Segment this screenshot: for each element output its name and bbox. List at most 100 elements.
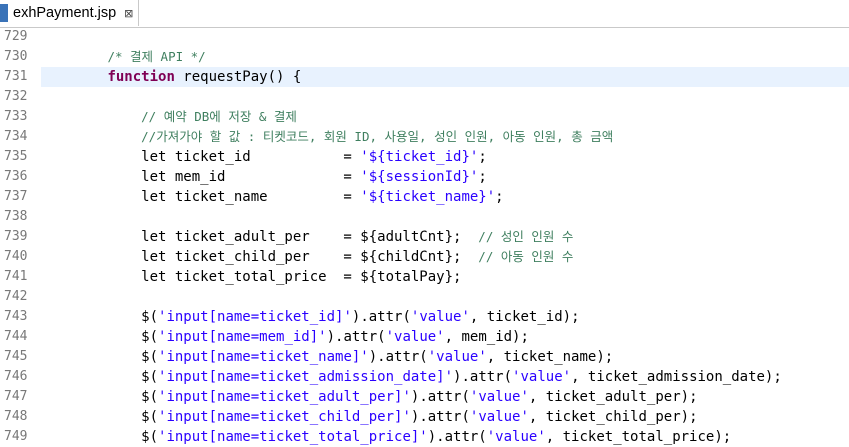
code-line[interactable]: //가져가야 할 값 : 티켓코드, 회원 ID, 사용일, 성인 인원, 아동… bbox=[40, 127, 613, 147]
code-token: ).attr( bbox=[351, 309, 411, 325]
string-token: 'input[name=ticket_admission_date]' bbox=[158, 369, 454, 385]
line-number: 746 bbox=[4, 369, 28, 384]
string-token: 'value' bbox=[512, 369, 572, 385]
comment-token: //가져가야 할 값 : 티켓코드, 회원 ID, 사용일, 성인 인원, 아동… bbox=[141, 129, 614, 144]
line-number: 749 bbox=[4, 429, 28, 444]
string-token: 'input[name=ticket_child_per]' bbox=[158, 409, 411, 425]
code-line[interactable]: $('input[name=ticket_total_price]').attr… bbox=[40, 427, 731, 447]
editor-tab-bar: exhPayment.jsp ⊠ bbox=[0, 0, 849, 28]
code-line[interactable]: $('input[name=ticket_adult_per]').attr('… bbox=[40, 387, 698, 407]
tab-title: exhPayment.jsp bbox=[13, 5, 117, 21]
code-token: $( bbox=[40, 409, 159, 425]
code-token: ).attr( bbox=[427, 429, 487, 445]
line-number: 743 bbox=[4, 309, 28, 324]
string-token: 'value' bbox=[469, 389, 529, 405]
string-token: 'input[name=ticket_name]' bbox=[158, 349, 369, 365]
code-token: $( bbox=[40, 369, 159, 385]
code-token: , ticket_id); bbox=[469, 309, 580, 325]
line-number: 744 bbox=[4, 329, 28, 344]
line-number: 739 bbox=[4, 229, 28, 244]
code-token: let ticket_total_price = ${totalPay}; bbox=[40, 269, 462, 285]
line-number: 737 bbox=[4, 189, 28, 204]
line-number: 745 bbox=[4, 349, 28, 364]
code-line[interactable]: let mem_id = '${sessionId}'; bbox=[40, 167, 487, 187]
code-token: ; bbox=[495, 189, 504, 205]
code-token: $( bbox=[40, 429, 159, 445]
comment-token: // 성인 인원 수 bbox=[478, 229, 574, 244]
line-number: 748 bbox=[4, 409, 28, 424]
line-number: 741 bbox=[4, 269, 28, 284]
code-line[interactable]: /* 결제 API */ bbox=[40, 47, 206, 67]
code-token: , mem_id); bbox=[444, 329, 529, 345]
line-number: 729 bbox=[4, 29, 28, 44]
code-token: , ticket_admission_date); bbox=[571, 369, 782, 385]
string-token: '${ticket_name}' bbox=[360, 189, 496, 205]
code-token: let ticket_adult_per = ${adultCnt}; bbox=[40, 229, 479, 245]
code-line[interactable]: $('input[name=mem_id]').attr('value', me… bbox=[40, 327, 529, 347]
comment-token: /* 결제 API */ bbox=[107, 49, 206, 64]
code-token: $( bbox=[40, 309, 159, 325]
code-line[interactable]: let ticket_id = '${ticket_id}'; bbox=[40, 147, 487, 167]
string-token: 'value' bbox=[427, 349, 487, 365]
string-token: '${sessionId}' bbox=[360, 169, 479, 185]
string-token: 'value' bbox=[410, 309, 470, 325]
line-number: 731 bbox=[4, 69, 28, 84]
string-token: '${ticket_id}' bbox=[360, 149, 479, 165]
code-token: $( bbox=[40, 329, 159, 345]
code-token: ; bbox=[478, 149, 487, 165]
line-number: 732 bbox=[4, 89, 28, 104]
code-token: ).attr( bbox=[326, 329, 386, 345]
code-line[interactable]: let ticket_name = '${ticket_name}'; bbox=[40, 187, 504, 207]
line-number: 735 bbox=[4, 149, 28, 164]
code-line[interactable]: let ticket_adult_per = ${adultCnt}; // 성… bbox=[40, 227, 573, 247]
code-token: $( bbox=[40, 389, 159, 405]
line-number: 730 bbox=[4, 49, 28, 64]
code-line[interactable]: function requestPay() { bbox=[40, 67, 301, 87]
string-token: 'input[name=ticket_total_price]' bbox=[158, 429, 428, 445]
code-line[interactable]: // 예약 DB에 저장 & 결제 bbox=[40, 107, 297, 127]
code-line[interactable]: $('input[name=ticket_child_per]').attr('… bbox=[40, 407, 698, 427]
jsp-file-icon bbox=[0, 4, 8, 22]
code-token: let ticket_child_per = ${childCnt}; bbox=[40, 249, 479, 265]
line-number: 734 bbox=[4, 129, 28, 144]
string-token: 'input[name=ticket_id]' bbox=[158, 309, 352, 325]
code-token: ).attr( bbox=[453, 369, 513, 385]
code-line[interactable]: let ticket_total_price = ${totalPay}; bbox=[40, 267, 461, 287]
line-number: 740 bbox=[4, 249, 28, 264]
file-tab[interactable]: exhPayment.jsp ⊠ bbox=[0, 0, 139, 26]
code-token: ; bbox=[478, 169, 487, 185]
keyword-token: function bbox=[107, 69, 175, 85]
code-line[interactable]: $('input[name=ticket_admission_date]').a… bbox=[40, 367, 782, 387]
code-token: , ticket_child_per); bbox=[528, 409, 698, 425]
code-line[interactable]: $('input[name=ticket_name]').attr('value… bbox=[40, 347, 613, 367]
code-token: $( bbox=[40, 349, 159, 365]
code-token: , ticket_total_price); bbox=[545, 429, 732, 445]
line-number: 738 bbox=[4, 209, 28, 224]
string-token: 'input[name=mem_id]' bbox=[158, 329, 327, 345]
code-editor[interactable]: 729 730 /* 결제 API */ 731 function requestP… bbox=[0, 27, 849, 446]
code-token: ).attr( bbox=[410, 409, 470, 425]
code-token: ).attr( bbox=[368, 349, 428, 365]
comment-token: // 예약 DB에 저장 & 결제 bbox=[141, 109, 297, 124]
code-token: let ticket_id = bbox=[40, 149, 361, 165]
comment-token: // 아동 인원 수 bbox=[478, 249, 574, 264]
code-token: let mem_id = bbox=[40, 169, 361, 185]
string-token: 'value' bbox=[469, 409, 529, 425]
code-token: let ticket_name = bbox=[40, 189, 361, 205]
code-line[interactable]: let ticket_child_per = ${childCnt}; // 아… bbox=[40, 247, 573, 267]
close-icon[interactable]: ⊠ bbox=[124, 7, 133, 20]
string-token: 'value' bbox=[486, 429, 546, 445]
code-token: , ticket_adult_per); bbox=[528, 389, 698, 405]
string-token: 'input[name=ticket_adult_per]' bbox=[158, 389, 411, 405]
code-line[interactable]: $('input[name=ticket_id]').attr('value',… bbox=[40, 307, 580, 327]
code-token: requestPay() { bbox=[174, 69, 302, 85]
string-token: 'value' bbox=[385, 329, 445, 345]
line-number: 733 bbox=[4, 109, 28, 124]
line-number: 742 bbox=[4, 289, 28, 304]
line-number: 736 bbox=[4, 169, 28, 184]
line-number: 747 bbox=[4, 389, 28, 404]
